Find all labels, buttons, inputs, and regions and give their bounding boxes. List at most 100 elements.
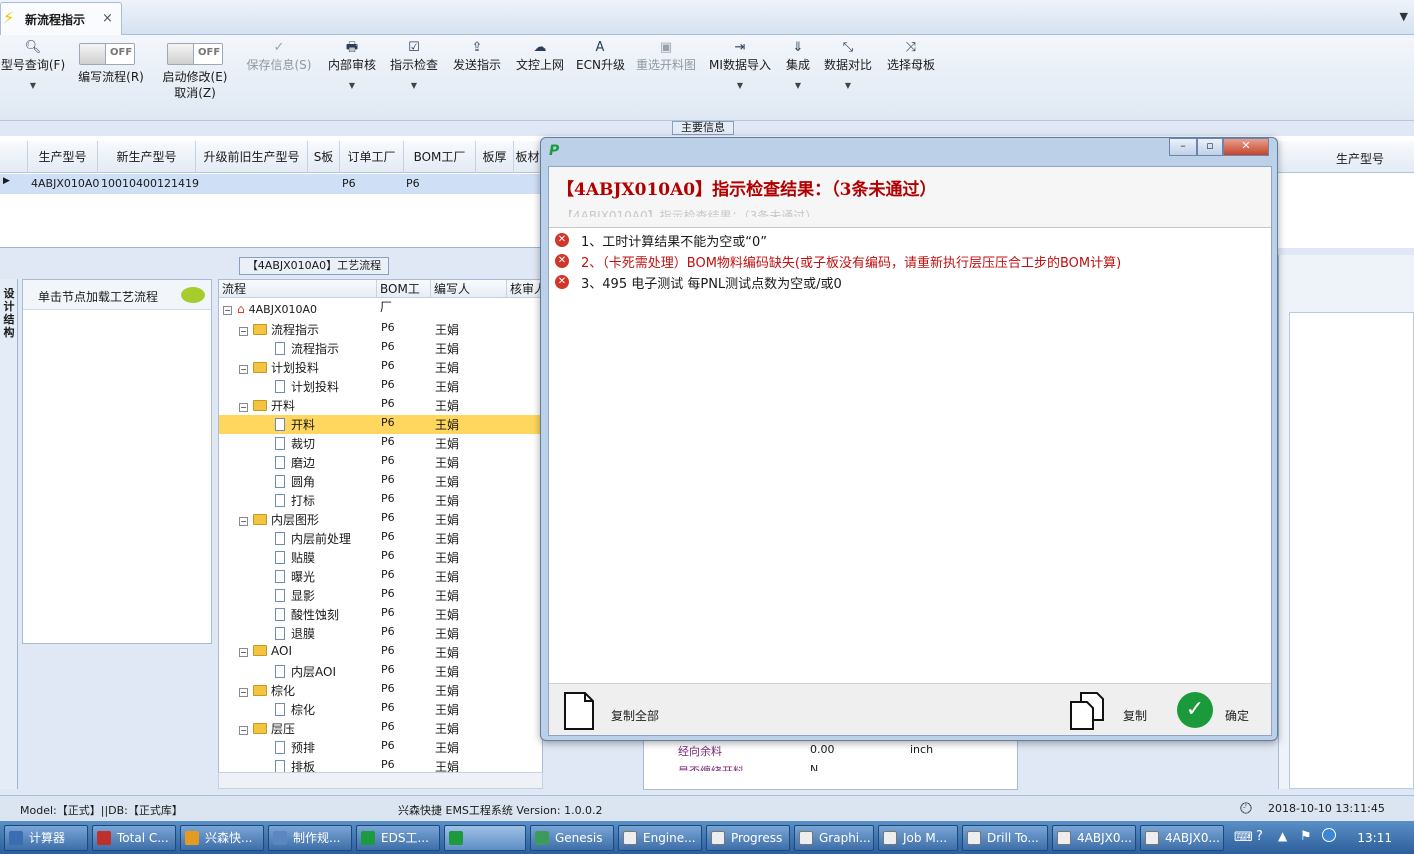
collapse-icon[interactable]: − (239, 688, 248, 697)
internal-audit-button[interactable]: 🖶︎ 内部审核 ▼ (326, 39, 378, 90)
chevron-down-icon: ▼ (736, 81, 744, 90)
write-process-control[interactable]: OFF 编写流程(R) (76, 39, 146, 85)
task-4abjx-1[interactable]: 4ABJX0... (1052, 825, 1136, 851)
tree-node[interactable]: 计划投料 P6 王娟 (219, 377, 542, 396)
tab-dropdown-icon[interactable]: ▼ (1400, 10, 1408, 23)
keyboard-icon[interactable]: ⌨ (1234, 830, 1253, 845)
document-icon (275, 342, 285, 355)
task-xingsen[interactable]: 兴森快... (180, 825, 264, 851)
tree-node[interactable]: 开料 P6 王娟 (219, 415, 542, 434)
tree-node[interactable]: 内层前处理 P6 王娟 (219, 529, 542, 548)
task-active-dialog[interactable] (444, 825, 526, 851)
tree-node[interactable]: 显影 P6 王娟 (219, 586, 542, 605)
task-job-manager[interactable]: Job M... (878, 825, 958, 851)
col-order-factory[interactable]: 订单工厂 (340, 141, 404, 173)
col-s-board[interactable]: S板 (308, 141, 340, 173)
collapse-icon[interactable]: − (239, 365, 248, 374)
col-author[interactable]: 编写人 (431, 280, 507, 298)
tab-new-process[interactable]: ⚡ 新流程指示 × (0, 2, 122, 35)
collapse-icon[interactable]: − (239, 648, 248, 657)
import-icon: ⇥ (734, 40, 746, 55)
tree-node[interactable]: 酸性蚀刻 P6 王娟 (219, 605, 542, 624)
col-thickness[interactable]: 板厚 (476, 141, 514, 173)
reselect-cutting-chart-button[interactable]: ▣ 重选开料图 (634, 39, 698, 73)
cancel-label[interactable]: 取消(Z) (160, 85, 230, 101)
taskbar-clock[interactable]: 13:11 (1357, 831, 1392, 845)
col-new-model[interactable]: 新生产型号 (98, 141, 196, 173)
task-engine[interactable]: Engine... (618, 825, 702, 851)
write-process-toggle[interactable]: OFF (79, 43, 135, 65)
col-process[interactable]: 流程 (219, 280, 377, 298)
start-modify-control[interactable]: OFF 启动修改(E) 取消(Z) (160, 39, 230, 101)
tree-node[interactable]: − 计划投料 P6 王娟 (219, 358, 542, 377)
copy-all-button[interactable]: 复制全部 (563, 692, 673, 730)
x-window-icon (623, 831, 637, 845)
task-total-commander[interactable]: Total C... (92, 825, 176, 851)
tree-node[interactable]: 内层AOI P6 王娟 (219, 662, 542, 681)
task-drill-tool[interactable]: Drill To... (962, 825, 1048, 851)
data-compare-button[interactable]: ⤡ 数据对比 ▼ (822, 39, 874, 90)
mi-data-import-button[interactable]: ⇥ MI数据导入 ▼ (708, 39, 772, 90)
task-calculator[interactable]: 计算器 (4, 825, 88, 851)
collapse-icon[interactable]: − (239, 726, 248, 735)
design-structure-tab[interactable]: 设计结构 (0, 279, 18, 789)
tree-horizontal-scrollbar[interactable] (218, 772, 543, 789)
col-old-model[interactable]: 升级前旧生产型号 (196, 141, 308, 173)
doc-control-online-button[interactable]: ☁ 文控上网 (514, 39, 566, 73)
tree-node[interactable]: 裁切 P6 王娟 (219, 434, 542, 453)
save-info-button[interactable]: ✓ 保存信息(S) (244, 39, 314, 73)
instruction-check-button[interactable]: ☑ 指示检查 ▼ (388, 39, 440, 90)
image-icon: ▣ (659, 40, 673, 55)
tree-node[interactable]: 磨边 P6 王娟 (219, 453, 542, 472)
tree-node[interactable]: 曝光 P6 王娟 (219, 567, 542, 586)
maximize-button[interactable]: ▫ (1197, 138, 1223, 156)
collapse-icon[interactable]: − (239, 403, 248, 412)
tree-node[interactable]: 预排 P6 王娟 (219, 738, 542, 757)
ok-button[interactable]: ✓ 确定 (1177, 692, 1267, 728)
col-bom-factory[interactable]: BOM工厂 (377, 280, 431, 314)
tree-node[interactable]: − 棕化 P6 王娟 (219, 681, 542, 700)
start-modify-toggle[interactable]: OFF (167, 43, 223, 65)
tree-node[interactable]: − 内层图形 P6 王娟 (219, 510, 542, 529)
dialog-title-bar[interactable]: P – ▫ ✕ (541, 138, 1277, 166)
tree-node[interactable]: 流程指示 P6 王娟 (219, 339, 542, 358)
network-icon[interactable] (1322, 828, 1336, 842)
integrate-button[interactable]: ⇓ 集成 ▼ (782, 39, 814, 90)
col-bom-factory[interactable]: BOM工厂 (404, 141, 476, 173)
tree-node[interactable]: 棕化 P6 王娟 (219, 700, 542, 719)
tray-arrow-icon[interactable]: ▲ (1278, 829, 1287, 843)
tree-root[interactable]: − ⌂ 4ABJX010A0 (219, 301, 542, 320)
collapse-icon[interactable]: − (223, 306, 232, 315)
model-query-button[interactable]: 🔍︎ 型号查询(F) ▼ (0, 39, 66, 90)
task-graphic[interactable]: Graphi... (794, 825, 874, 851)
tab-close-icon[interactable]: × (102, 11, 113, 26)
col-model-right[interactable]: 生产型号 (1336, 150, 1384, 167)
tree-node[interactable]: 贴膜 P6 王娟 (219, 548, 542, 567)
tree-node[interactable]: 打标 P6 王娟 (219, 491, 542, 510)
close-button[interactable]: ✕ (1223, 138, 1269, 156)
tree-node[interactable]: − 开料 P6 王娟 (219, 396, 542, 415)
copy-button[interactable]: 复制 (1069, 692, 1159, 730)
task-progress[interactable]: Progress (706, 825, 790, 851)
task-rules[interactable]: 制作规... (268, 825, 352, 851)
task-eds[interactable]: EDS工... (356, 825, 440, 851)
send-instruction-button[interactable]: ⇪ 发送指示 (450, 39, 504, 73)
ecn-upgrade-button[interactable]: A ECN升级 (576, 39, 625, 73)
tree-node[interactable]: 圆角 P6 王娟 (219, 472, 542, 491)
col-material[interactable]: 板材 (514, 141, 542, 173)
flag-icon[interactable]: ⚑ (1300, 829, 1312, 844)
tree-node[interactable]: 退膜 P6 王娟 (219, 624, 542, 643)
task-genesis[interactable]: Genesis (530, 825, 614, 851)
tree-node[interactable]: − 流程指示 P6 王娟 (219, 320, 542, 339)
chevron-down-icon: ▼ (794, 81, 802, 90)
select-mother-board-button[interactable]: ⤨ 选择母板 (884, 39, 938, 73)
help-icon[interactable]: ? (1256, 829, 1263, 844)
tree-node[interactable]: − 层压 P6 王娟 (219, 719, 542, 738)
col-model[interactable]: 生产型号 (28, 141, 98, 173)
collapse-icon[interactable]: − (239, 517, 248, 526)
minimize-button[interactable]: – (1169, 138, 1197, 156)
col-reviewer[interactable]: 核审人 (507, 280, 542, 298)
collapse-icon[interactable]: − (239, 327, 248, 336)
tree-node[interactable]: − AOI P6 王娟 (219, 643, 542, 662)
task-4abjx-2[interactable]: 4ABJX0... (1140, 825, 1224, 851)
